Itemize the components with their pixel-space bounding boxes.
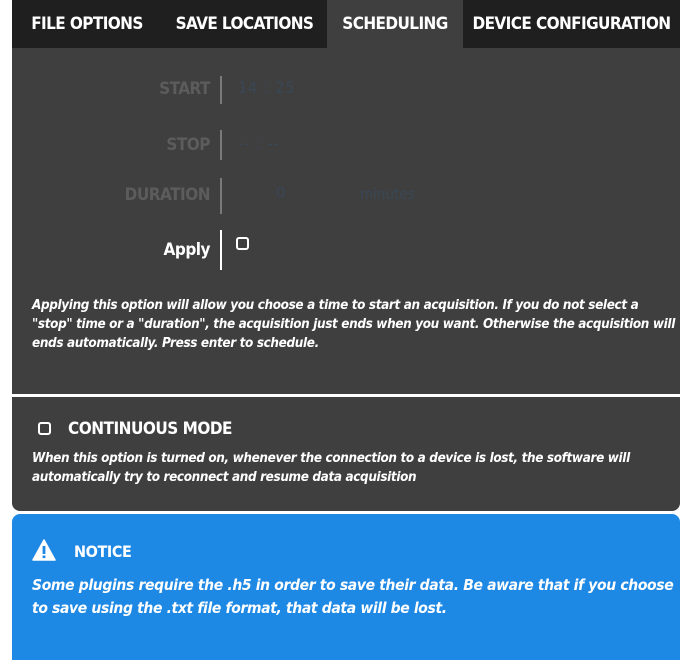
notice-body: Some plugins require the .h5 in order to… (32, 576, 674, 617)
scheduling-panel: START 14 : 25 STOP -- : -- DURATION 0 mi… (12, 48, 680, 394)
tab-file-options[interactable]: FILE OPTIONS (12, 0, 162, 48)
duration-unit: minutes (360, 185, 415, 203)
tab-save-locations[interactable]: SAVE LOCATIONS (162, 0, 327, 48)
continuous-mode-title: CONTINUOUS MODE (68, 419, 233, 439)
tab-scheduling[interactable]: SCHEDULING (327, 0, 463, 48)
start-divider (220, 76, 222, 104)
notice-title: NOTICE (74, 542, 132, 561)
scheduling-description: Applying this option will allow you choo… (32, 298, 675, 351)
duration-label: DURATION (124, 185, 211, 205)
apply-label: Apply (163, 240, 211, 260)
notice-panel: NOTICE Some plugins require the .h5 in o… (12, 514, 680, 660)
apply-divider (220, 230, 222, 270)
start-label: START (159, 79, 210, 99)
warning-icon (32, 539, 56, 561)
apply-checkbox[interactable] (236, 237, 249, 250)
stop-divider (220, 130, 222, 160)
start-time-input[interactable]: 14 : 25 (238, 78, 296, 97)
stop-label: STOP (166, 135, 210, 155)
tab-device-configuration[interactable]: DEVICE CONFIGURATION (463, 0, 680, 48)
continuous-mode-checkbox[interactable] (38, 422, 51, 435)
duration-input[interactable]: 0 (276, 183, 286, 202)
stop-time-input[interactable]: -- : -- (238, 134, 280, 153)
tab-bar: FILE OPTIONS SAVE LOCATIONS SCHEDULING D… (12, 0, 680, 48)
continuous-mode-panel: CONTINUOUS MODE When this option is turn… (12, 397, 680, 511)
continuous-mode-description: When this option is turned on, whenever … (32, 451, 630, 485)
duration-divider (220, 178, 222, 214)
